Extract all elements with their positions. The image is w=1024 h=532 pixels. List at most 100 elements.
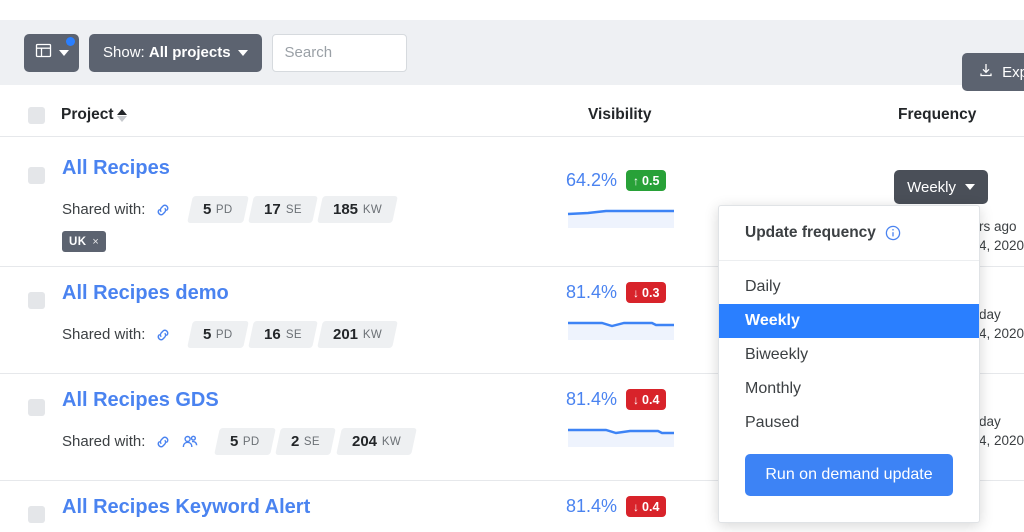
layout-columns-button[interactable]: [24, 33, 79, 72]
link-icon[interactable]: [154, 326, 172, 344]
visibility-value: 64.2%: [566, 170, 618, 190]
chip-unit: PD: [216, 203, 234, 216]
dropdown-title: Update frequency: [745, 224, 876, 241]
visibility-delta-badge: ↓ 0.3: [626, 282, 667, 303]
shared-with-label: Shared with:: [62, 433, 146, 450]
remove-tag-icon[interactable]: ×: [92, 236, 99, 248]
delta-value: 0.3: [642, 285, 660, 300]
metric-chips: 5 PD 17 SE 185 KW: [187, 196, 400, 223]
visibility-delta-badge: ↓ 0.4: [626, 389, 667, 410]
dropdown-option-weekly[interactable]: Weekly: [719, 304, 979, 338]
chip-unit: KW: [381, 435, 401, 448]
chip-unit: SE: [286, 328, 302, 341]
shared-with-label: Shared with:: [62, 326, 146, 343]
chip-unit: PD: [243, 435, 261, 448]
chip-se: 2 SE: [275, 428, 337, 455]
dropdown-option-biweekly[interactable]: Biweekly: [719, 338, 979, 372]
updated-text: day 4, 2020: [979, 412, 1024, 450]
visibility-value: 81.4%: [566, 389, 618, 409]
visibility-value: 81.4%: [566, 496, 618, 516]
chip-value: 185: [332, 201, 358, 218]
shared-with-label: Shared with:: [62, 201, 146, 218]
chip-unit: KW: [362, 203, 383, 216]
project-link[interactable]: All Recipes GDS: [62, 389, 219, 412]
metric-chips: 5 PD 16 SE 201 KW: [187, 321, 400, 348]
chip-kw: 185 KW: [317, 196, 398, 223]
show-filter-prefix: Show:: [103, 44, 149, 61]
chip-value: 5: [203, 326, 212, 343]
chip-value: 204: [351, 433, 377, 450]
dropdown-header: Update frequency: [719, 206, 979, 261]
sparkline-chart: [566, 528, 676, 532]
updated-date: 4, 2020: [978, 433, 1024, 448]
trend-up-icon: ↑: [633, 173, 640, 188]
people-icon[interactable]: [181, 433, 199, 451]
chip-kw: 201 KW: [317, 321, 398, 348]
chip-unit: PD: [216, 328, 234, 341]
delta-value: 0.4: [642, 392, 660, 407]
chip-value: 201: [332, 326, 358, 343]
chip-se: 17 SE: [248, 196, 318, 223]
column-header-project[interactable]: Project: [61, 106, 114, 124]
visibility-value: 81.4%: [566, 282, 618, 302]
project-link[interactable]: All Recipes demo: [62, 282, 229, 305]
update-frequency-dropdown: Update frequency Daily Weekly Biweekly M…: [718, 205, 980, 523]
sparkline-chart: [567, 209, 674, 228]
chip-value: 5: [203, 201, 212, 218]
frequency-button[interactable]: Weekly: [894, 170, 988, 204]
chip-value: 5: [230, 433, 239, 450]
metric-chips: 5 PD 2 SE 204 KW: [214, 428, 418, 455]
visibility-cell: 81.4% ↓ 0.3: [566, 282, 676, 340]
region-tag[interactable]: UK ×: [62, 231, 107, 252]
sparkline-chart: [568, 321, 674, 340]
chip-value: 17: [264, 201, 281, 218]
row-checkbox[interactable]: [28, 292, 45, 309]
row-checkbox[interactable]: [28, 399, 45, 416]
table-layout-icon: [35, 42, 52, 63]
updated-date: 4, 2020: [978, 238, 1024, 253]
chip-pd: 5 PD: [214, 428, 277, 455]
chip-value: 2: [291, 433, 300, 450]
notification-dot: [66, 36, 75, 46]
export-button[interactable]: Exp: [962, 53, 1024, 91]
search-input[interactable]: [271, 33, 407, 72]
chevron-down-icon: [58, 49, 69, 56]
run-on-demand-update-button[interactable]: Run on demand update: [745, 454, 953, 496]
table-header: Project: [0, 93, 1024, 137]
link-icon[interactable]: [154, 201, 172, 219]
show-filter-value: All projects: [148, 44, 231, 61]
chevron-down-icon: [237, 49, 248, 56]
row-checkbox[interactable]: [28, 167, 45, 184]
info-circle-icon[interactable]: [885, 225, 901, 241]
row-checkbox[interactable]: [28, 506, 45, 523]
projects-table-screen: Show: All projects Exp Project: [0, 0, 1024, 532]
chip-pd: 5 PD: [187, 196, 250, 223]
dropdown-option-paused[interactable]: Paused: [719, 406, 979, 440]
delta-value: 0.5: [642, 173, 660, 188]
updated-date: 4, 2020: [978, 326, 1024, 341]
dropdown-option-daily[interactable]: Daily: [719, 270, 979, 304]
toolbar: Show: All projects Exp: [0, 20, 1024, 91]
chip-se: 16 SE: [248, 321, 318, 348]
updated-relative: rs ago: [978, 219, 1017, 234]
visibility-delta-badge: ↑ 0.5: [626, 170, 667, 191]
visibility-delta-badge: ↓ 0.4: [626, 496, 667, 517]
column-header-visibility[interactable]: Visibility: [588, 106, 651, 124]
link-icon[interactable]: [154, 433, 172, 451]
trend-down-icon: ↓: [633, 285, 640, 300]
sort-toggle-icon[interactable]: [116, 108, 127, 122]
updated-relative: day: [978, 307, 1001, 322]
select-all-checkbox[interactable]: [28, 106, 45, 124]
project-link[interactable]: All Recipes Keyword Alert: [62, 496, 310, 519]
region-tag-label: UK: [69, 235, 87, 248]
dropdown-option-monthly[interactable]: Monthly: [719, 372, 979, 406]
updated-text: day 4, 2020: [979, 305, 1024, 343]
show-filter-button[interactable]: Show: All projects: [89, 33, 262, 72]
project-link[interactable]: All Recipes: [62, 157, 170, 180]
column-header-frequency[interactable]: Frequency: [898, 106, 976, 124]
chip-pd: 5 PD: [187, 321, 250, 348]
updated-relative: day: [978, 414, 1001, 429]
chip-unit: SE: [286, 203, 302, 216]
visibility-cell: 81.4% ↓ 0.4: [566, 496, 676, 532]
visibility-cell: 64.2% ↑ 0.5: [566, 170, 676, 228]
